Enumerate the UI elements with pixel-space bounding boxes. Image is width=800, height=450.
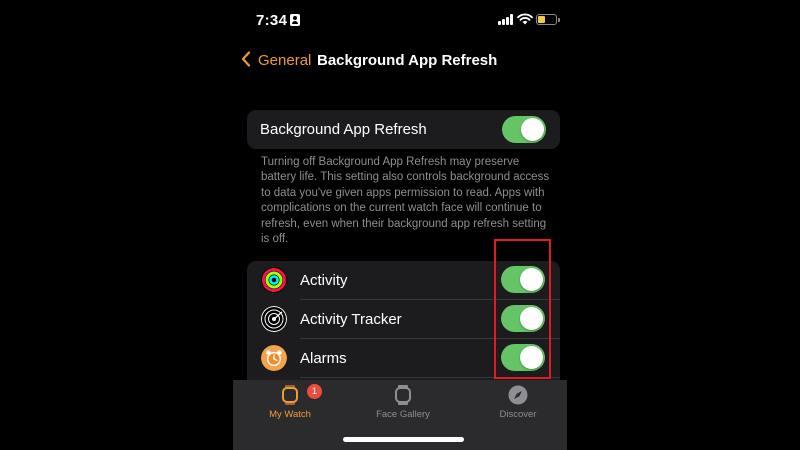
face-gallery-icon (395, 385, 411, 405)
activity-toggle[interactable] (501, 266, 545, 293)
list-item-activity-tracker: Activity Tracker (247, 300, 560, 338)
tab-discover[interactable]: Discover (473, 384, 563, 420)
toggle-knob (521, 118, 544, 141)
tab-label: Face Gallery (376, 409, 430, 420)
tab-face-gallery[interactable]: Face Gallery (358, 384, 448, 420)
phone-screen: 7:34 General Background App Refresh Back… (233, 0, 567, 450)
list-item-alarms: Alarms (247, 339, 560, 377)
tab-my-watch[interactable]: 1 My Watch (245, 384, 335, 420)
app-name: Activity (300, 272, 348, 289)
app-name: Alarms (300, 350, 347, 367)
back-button[interactable]: General (258, 52, 311, 69)
page-title: Background App Refresh (317, 52, 498, 69)
divider (300, 377, 560, 378)
battery-icon (536, 14, 560, 25)
footnote-text: Turning off Background App Refresh may p… (261, 156, 550, 246)
tab-label: Discover (499, 409, 537, 420)
home-indicator[interactable] (343, 437, 464, 442)
background-refresh-toggle[interactable] (502, 116, 546, 143)
status-time: 7:34 (256, 12, 288, 29)
background-refresh-label: Background App Refresh (260, 121, 427, 138)
list-item-activity: Activity (247, 261, 560, 299)
activity-tracker-icon (261, 306, 287, 332)
background-refresh-card: Background App Refresh (247, 110, 560, 149)
app-name: Activity Tracker (300, 311, 402, 328)
watch-icon (282, 385, 298, 405)
activity-rings-icon (261, 267, 287, 293)
activity-tracker-toggle[interactable] (501, 305, 545, 332)
tab-label: My Watch (269, 409, 311, 420)
toggle-knob (520, 346, 543, 369)
nav-bar: General Background App Refresh (233, 44, 567, 76)
chevron-left-icon[interactable] (241, 51, 251, 67)
toggle-knob (520, 268, 543, 291)
notification-badge: 1 (307, 384, 322, 399)
wifi-icon (517, 13, 533, 25)
signal-icon (498, 14, 514, 25)
alarms-toggle[interactable] (501, 344, 545, 371)
toggle-knob (520, 307, 543, 330)
alarm-clock-icon (261, 345, 287, 371)
compass-icon (508, 385, 528, 405)
status-bar: 7:34 (233, 0, 567, 40)
person-icon (290, 14, 300, 26)
